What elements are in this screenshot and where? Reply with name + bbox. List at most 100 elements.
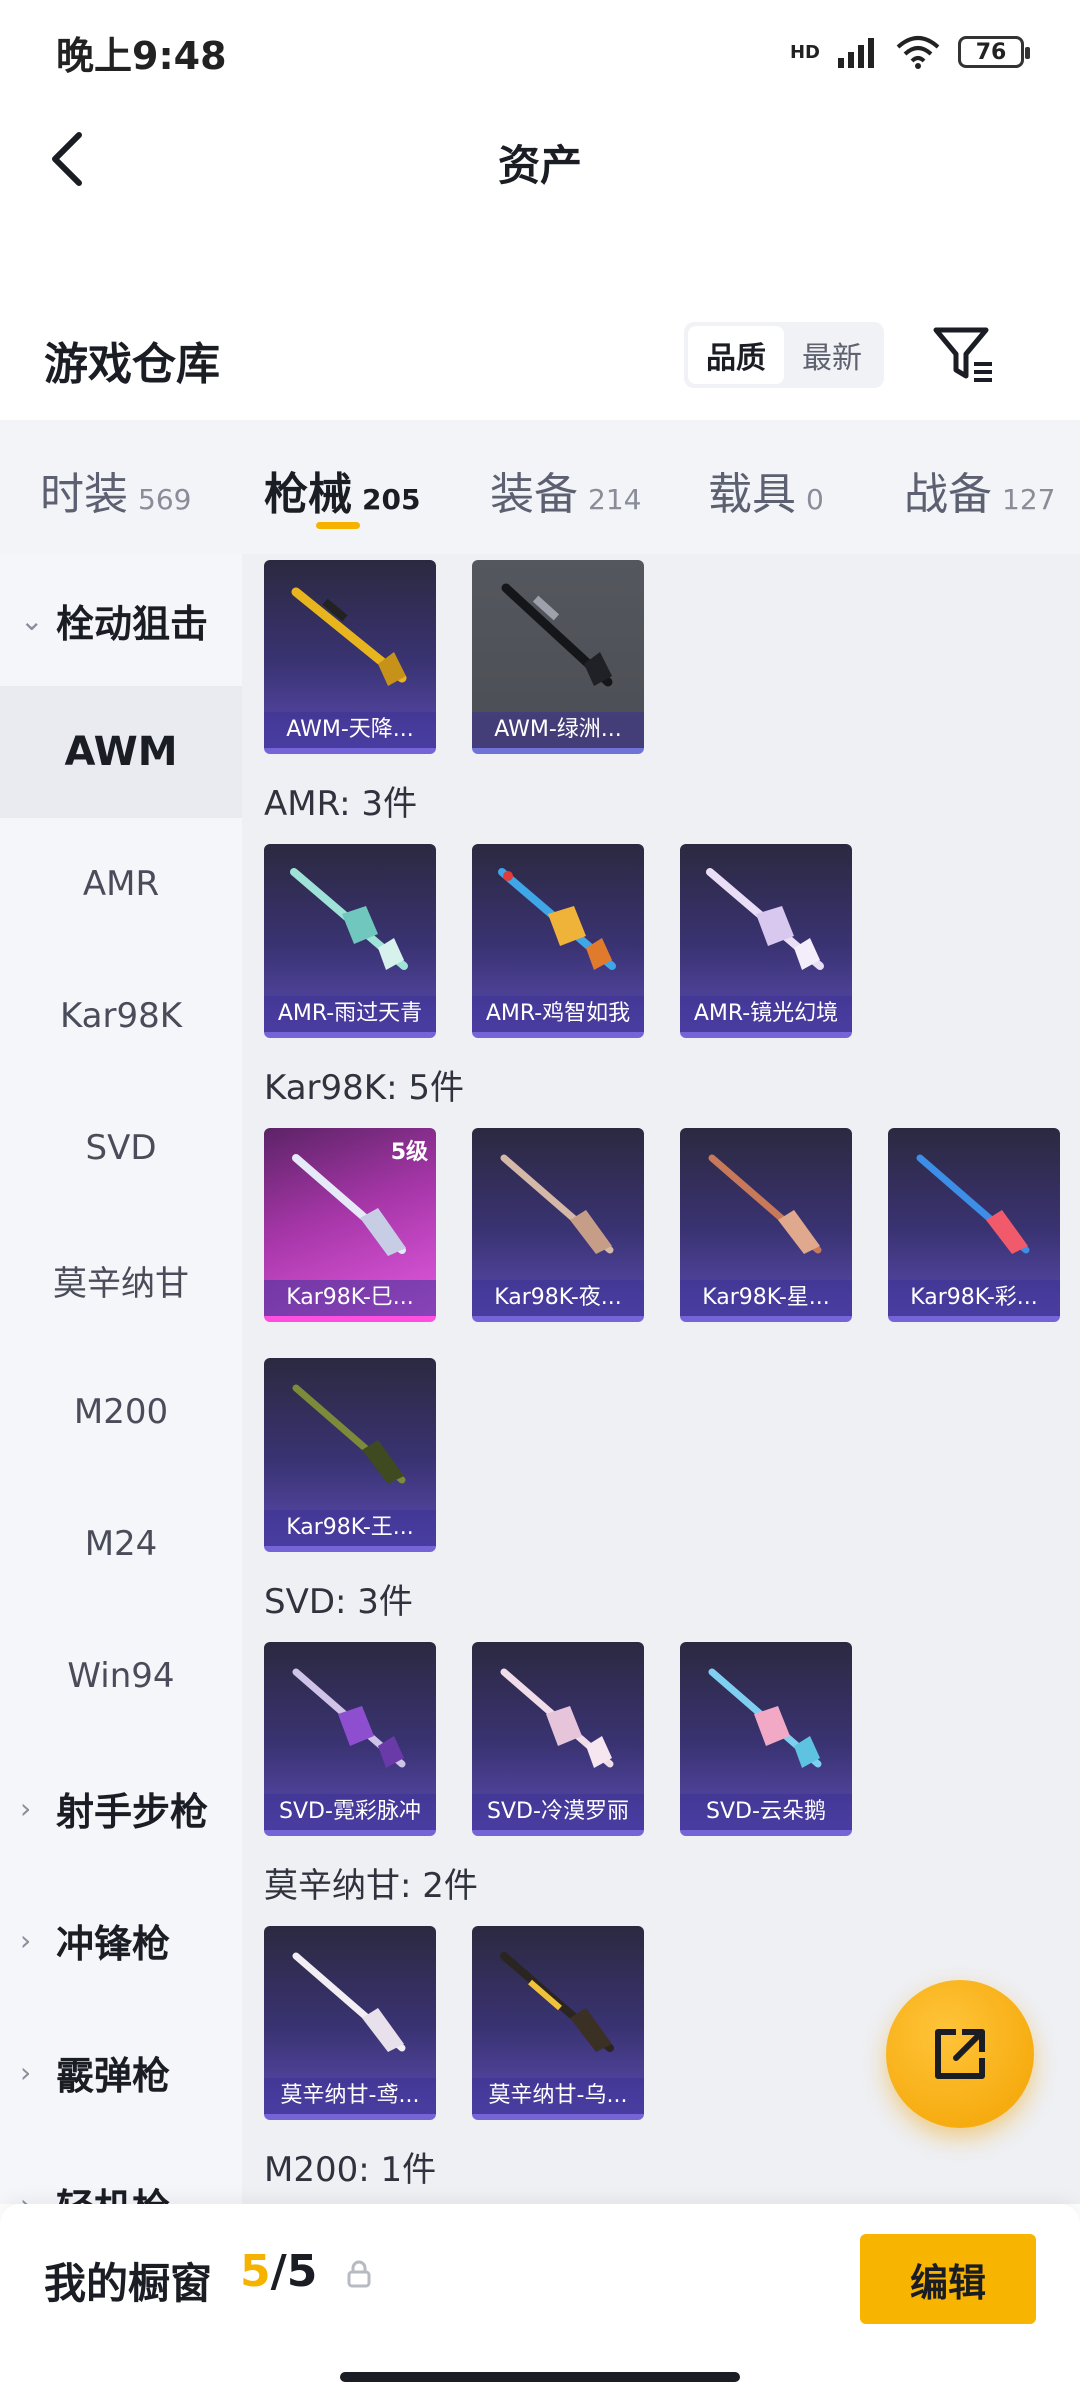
sidebar-item-win94[interactable]: Win94 bbox=[0, 1610, 242, 1742]
sidebar-item-label: 莫辛纳甘 bbox=[53, 1263, 189, 1304]
skin-card[interactable]: SVD-霓彩脉冲 bbox=[264, 1642, 436, 1836]
edit-button[interactable]: 编辑 bbox=[860, 2234, 1036, 2324]
rifle-icon bbox=[500, 1668, 614, 1768]
rifle-icon bbox=[290, 868, 408, 970]
rifle-icon bbox=[706, 868, 824, 970]
tab-fashion[interactable]: 时装 569 bbox=[40, 458, 191, 522]
rifle-icon bbox=[500, 1154, 614, 1254]
rifle-icon bbox=[916, 1154, 1030, 1254]
warehouse-section-header: 游戏仓库 品质 最新 bbox=[0, 300, 1080, 410]
skin-card[interactable]: Kar98K-彩... bbox=[888, 1128, 1060, 1322]
sidebar-item-label: 霰弹枪 bbox=[56, 2053, 171, 2098]
sort-toggle: 品质 最新 bbox=[684, 322, 884, 388]
tab-count: 205 bbox=[362, 483, 421, 516]
skin-card[interactable]: Kar98K-王... bbox=[264, 1358, 436, 1552]
active-tab-indicator bbox=[316, 522, 360, 529]
showcase-total: /5 bbox=[270, 2246, 318, 2297]
tab-supplies[interactable]: 战备 127 bbox=[904, 458, 1055, 522]
skin-card-label: Kar98K-星... bbox=[680, 1280, 852, 1316]
skin-card[interactable]: 莫辛纳甘-乌... bbox=[472, 1926, 644, 2120]
rifle-icon bbox=[292, 1952, 406, 2052]
skin-card-label: AWM-绿洲... bbox=[472, 712, 644, 748]
sidebar-item-label: M200 bbox=[73, 1392, 169, 1432]
sidebar-item-label: 栓动狙击 bbox=[56, 601, 209, 646]
signal-icon bbox=[838, 38, 874, 68]
weapon-skin-grid: AWM-天降... AWM-绿洲... AMR: 3件 AMR-雨过天青 AMR… bbox=[242, 554, 1080, 2204]
skin-card-label: AMR-鸡智如我 bbox=[472, 996, 644, 1032]
sidebar-item-svd[interactable]: SVD bbox=[0, 1082, 242, 1214]
skin-card[interactable]: AMR-雨过天青 bbox=[264, 844, 436, 1038]
sidebar-item-awm[interactable]: AWM bbox=[0, 686, 242, 818]
skin-card[interactable]: AWM-绿洲... bbox=[472, 560, 644, 754]
skin-card-label: SVD-云朵鹅 bbox=[680, 1794, 852, 1830]
tab-label: 时装 bbox=[40, 469, 128, 520]
skin-card[interactable]: 莫辛纳甘-鸢... bbox=[264, 1926, 436, 2120]
skin-card-label: AMR-镜光幻境 bbox=[680, 996, 852, 1032]
group-header-mosin: 莫辛纳甘: 2件 bbox=[264, 1866, 478, 1906]
skin-card[interactable]: AWM-天降... bbox=[264, 560, 436, 754]
sidebar-item-label: 射手步枪 bbox=[56, 1789, 209, 1834]
skin-card-label: Kar98K-巳... bbox=[264, 1280, 436, 1316]
status-bar: 晚上9:48 HD 76 bbox=[0, 0, 1080, 104]
sidebar-item-label: 冲锋枪 bbox=[56, 1921, 171, 1966]
sidebar-item-label: 轻机枪 bbox=[56, 2177, 170, 2205]
tab-count: 214 bbox=[588, 483, 642, 516]
chevron-right-icon: › bbox=[20, 2055, 32, 2089]
skin-level-badge: 5级 bbox=[390, 1140, 428, 1165]
battery-icon: 76 bbox=[958, 36, 1030, 68]
filter-icon bbox=[933, 327, 992, 382]
sidebar-item-label: SVD bbox=[85, 1128, 157, 1168]
status-time: 晚上9:48 bbox=[56, 33, 227, 78]
group-header-amr: AMR: 3件 bbox=[264, 784, 418, 824]
sidebar-group-lmg[interactable]: › 轻机枪 bbox=[0, 2138, 242, 2205]
tab-equipment[interactable]: 装备 214 bbox=[490, 458, 641, 522]
wifi-icon bbox=[896, 36, 940, 69]
sidebar-item-label: M24 bbox=[84, 1524, 158, 1564]
sidebar-item-m24[interactable]: M24 bbox=[0, 1478, 242, 1610]
sidebar-item-label: AMR bbox=[82, 864, 160, 904]
sidebar-item-mosin[interactable]: 莫辛纳甘 bbox=[0, 1214, 242, 1346]
rifle-icon bbox=[708, 1668, 822, 1768]
battery-level: 76 bbox=[975, 39, 1007, 65]
share-button[interactable] bbox=[886, 1980, 1034, 2128]
sort-newest-option[interactable]: 最新 bbox=[784, 326, 880, 384]
sort-quality-option[interactable]: 品质 bbox=[688, 326, 784, 384]
page-title: 资产 bbox=[497, 141, 582, 190]
group-header-svd: SVD: 3件 bbox=[264, 1582, 413, 1622]
skin-card[interactable]: Kar98K-夜... bbox=[472, 1128, 644, 1322]
skin-card-label: AWM-天降... bbox=[264, 712, 436, 748]
network-label: HD bbox=[789, 41, 820, 63]
tab-label: 枪械 bbox=[264, 469, 352, 520]
sidebar-item-label: Win94 bbox=[67, 1656, 175, 1696]
sidebar-item-kar98k[interactable]: Kar98K bbox=[0, 950, 242, 1082]
sidebar-group-bolt-action[interactable]: ⌄ 栓动狙击 bbox=[0, 554, 242, 686]
sidebar-item-amr[interactable]: AMR bbox=[0, 818, 242, 950]
filter-button[interactable] bbox=[930, 324, 1000, 386]
showcase-bar: 我的橱窗 5/5 编辑 bbox=[0, 2204, 1080, 2400]
sidebar-group-smg[interactable]: › 冲锋枪 bbox=[0, 1874, 242, 2006]
skin-card[interactable]: Kar98K-星... bbox=[680, 1128, 852, 1322]
skin-card-label: SVD-霓彩脉冲 bbox=[264, 1794, 436, 1830]
tab-label: 装备 bbox=[490, 469, 578, 520]
skin-card-label: 莫辛纳甘-乌... bbox=[472, 2078, 644, 2114]
tab-vehicles[interactable]: 载具 0 bbox=[708, 458, 824, 522]
skin-card[interactable]: 5级 Kar98K-巳... bbox=[264, 1128, 436, 1322]
share-external-icon bbox=[935, 2029, 985, 2079]
sidebar-item-m200[interactable]: M200 bbox=[0, 1346, 242, 1478]
tab-count: 569 bbox=[138, 483, 192, 516]
skin-card[interactable]: SVD-冷漠罗丽 bbox=[472, 1642, 644, 1836]
sidebar-item-label: AWM bbox=[64, 729, 178, 775]
skin-card[interactable]: AMR-鸡智如我 bbox=[472, 844, 644, 1038]
category-tabs: 时装 569 枪械 205 装备 214 载具 0 战备 127 bbox=[0, 420, 1080, 554]
skin-card[interactable]: SVD-云朵鹅 bbox=[680, 1642, 852, 1836]
rifle-icon bbox=[498, 868, 616, 970]
group-header-kar98k: Kar98K: 5件 bbox=[264, 1068, 464, 1108]
skin-card-label: AMR-雨过天青 bbox=[264, 996, 436, 1032]
showcase-label: 我的橱窗 bbox=[44, 2259, 213, 2308]
skin-card[interactable]: AMR-镜光幻境 bbox=[680, 844, 852, 1038]
tab-guns[interactable]: 枪械 205 bbox=[264, 458, 420, 522]
sidebar-group-shotgun[interactable]: › 霰弹枪 bbox=[0, 2006, 242, 2138]
sidebar-group-dmr[interactable]: › 射手步枪 bbox=[0, 1742, 242, 1874]
rifle-icon bbox=[500, 1952, 614, 2052]
home-indicator bbox=[340, 2372, 740, 2382]
